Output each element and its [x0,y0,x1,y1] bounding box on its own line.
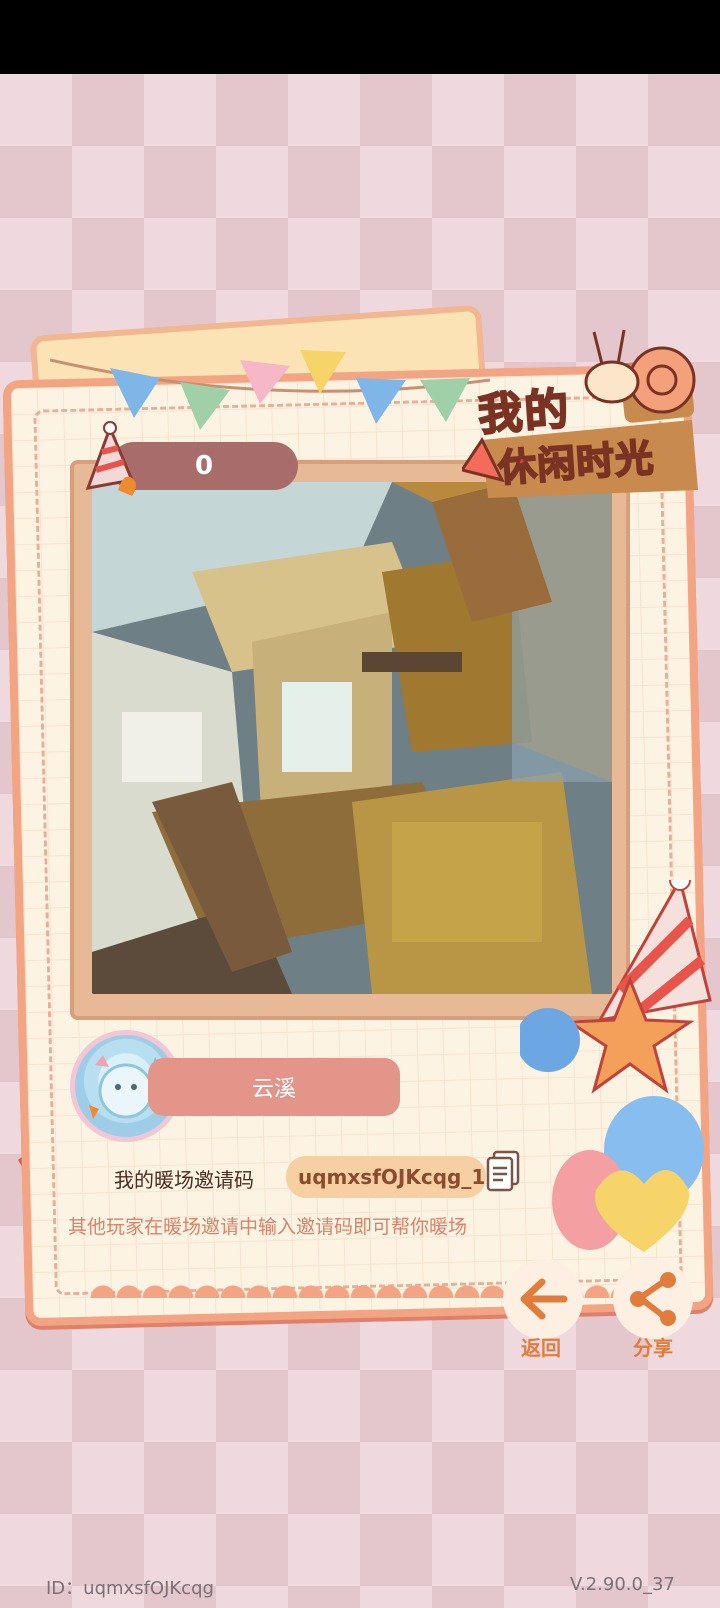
invite-code-label: 我的暖场邀请码 [114,1168,254,1192]
status-bar [0,0,720,74]
share-button[interactable] [610,1256,696,1342]
back-button[interactable] [500,1256,586,1342]
copy-document-icon[interactable] [484,1148,524,1196]
party-hat-icon [85,421,136,496]
counter-value: 0 [194,451,214,481]
arrow-left-icon [503,1259,583,1339]
share-label[interactable]: 分享 [633,1332,673,1361]
balloons-decoration [520,880,712,1252]
player-name-pill: 云溪 [148,1058,400,1116]
title-line-2: 休闲时光 [496,435,657,492]
invite-code-field[interactable]: uqmxsfOJKcqg_10 [286,1156,486,1198]
player-name: 云溪 [251,1077,296,1102]
share-icon [613,1259,693,1339]
version-text: V.2.90.0_37 [570,1574,675,1595]
invite-code-value: uqmxsfOJKcqg_10 [298,1165,486,1189]
invite-hint-text: 其他玩家在暖场邀请中输入邀请码即可帮你暖场 [68,1216,468,1238]
player-id-text: ID：uqmxsfOJKcqg [46,1578,214,1599]
back-label[interactable]: 返回 [521,1332,561,1361]
